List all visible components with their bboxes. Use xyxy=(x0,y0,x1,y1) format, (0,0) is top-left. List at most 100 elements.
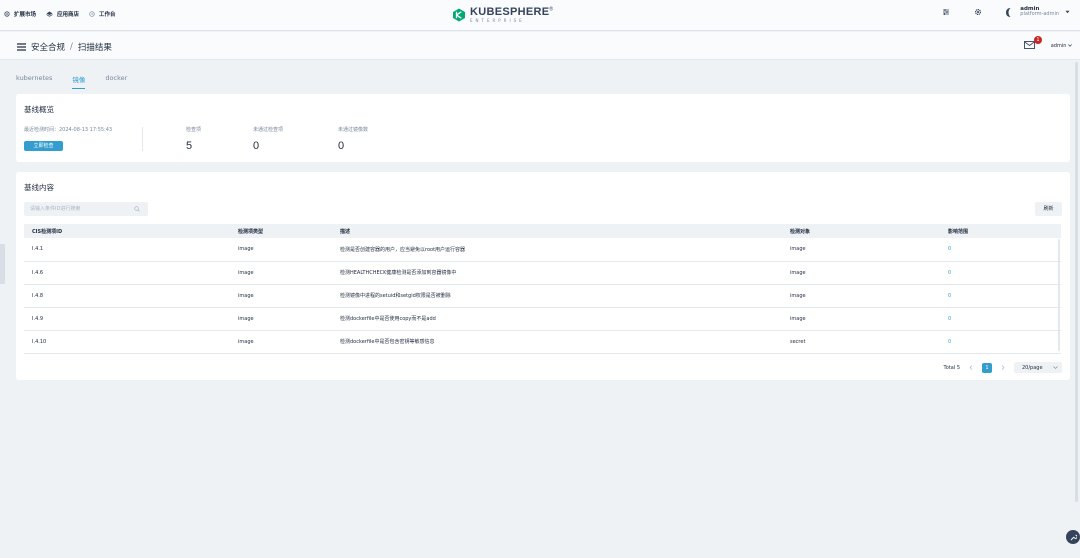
cell-cis-id: I.4.10 xyxy=(32,338,47,345)
breadcrumb-separator: / xyxy=(70,42,73,52)
tools-button[interactable] xyxy=(940,6,952,18)
settings-button[interactable] xyxy=(972,6,984,18)
page-scrollbar[interactable] xyxy=(1075,62,1078,502)
gear-icon xyxy=(975,9,982,16)
app-store-icon xyxy=(46,11,53,17)
extensions-icon xyxy=(4,11,10,17)
cell-description: 检测是否创建容器的用户，应当避免以root用户运行容器 xyxy=(340,246,466,253)
tab-docker[interactable]: docker xyxy=(105,74,127,89)
cell-cis-id: I.4.6 xyxy=(32,269,44,276)
stat-failed-images-value: 0 xyxy=(338,140,345,152)
workbench-icon xyxy=(89,11,95,17)
notification-badge: 1 xyxy=(1034,36,1042,44)
header-user-menu[interactable]: admin xyxy=(1051,43,1072,49)
notifications-button[interactable]: 1 xyxy=(1024,36,1042,52)
cell-scope-link[interactable]: 0 xyxy=(940,330,1061,353)
cell-target: image xyxy=(790,315,806,322)
page-header-bar: 安全合规 / 扫描结果 1 admin xyxy=(0,32,1080,60)
prev-page-button[interactable] xyxy=(966,363,976,373)
cell-type: image xyxy=(238,315,254,322)
next-page-button[interactable] xyxy=(998,363,1008,373)
cell-description: 检测dockerfile中是否包含密钥等敏感信息 xyxy=(340,339,435,345)
stat-check-items: 检查项 5 xyxy=(186,126,201,152)
nav-app-store[interactable]: 应用商店 xyxy=(46,10,79,18)
nav-extensions-market[interactable]: 扩展市场 xyxy=(4,10,36,18)
baseline-content-card: 基线内容 刷新 CIS检测项ID 检测项类型 描述 检测对象 影响范围 I.4.… xyxy=(16,172,1070,380)
top-right-tools: admin platform-admin xyxy=(940,6,1070,18)
cell-scope-link[interactable]: 0 xyxy=(940,238,1061,261)
nav-app-store-label: 应用商店 xyxy=(57,12,80,18)
column-header-type: 检测项类型 xyxy=(238,228,264,235)
stat-failed-items-label: 未通过检查项 xyxy=(253,127,284,133)
chevron-right-icon xyxy=(1001,365,1005,370)
caret-down-icon xyxy=(1065,10,1070,14)
search-input[interactable] xyxy=(24,202,148,216)
breadcrumb-security-compliance[interactable]: 安全合规 xyxy=(31,41,65,53)
page-number-button[interactable]: 1 xyxy=(982,362,992,373)
search-icon[interactable] xyxy=(134,206,140,212)
breadcrumb-scan-results: 扫描结果 xyxy=(77,43,112,53)
column-header-description: 描述 xyxy=(340,228,351,235)
toolbox-float-button[interactable] xyxy=(1066,530,1080,544)
table-row[interactable]: I.4.9 image 检测dockerfile中是否使用copy而不是add … xyxy=(24,307,1061,330)
refresh-button[interactable]: 刷新 xyxy=(1035,202,1062,216)
stat-failed-items-value: 0 xyxy=(253,140,260,152)
cell-type: image xyxy=(238,292,254,299)
chevron-down-icon xyxy=(1053,366,1058,369)
table-row[interactable]: I.4.1 image 检测是否创建容器的用户，应当避免以root用户运行容器 … xyxy=(24,238,1061,261)
column-header-cis-id: CIS检测项ID xyxy=(32,228,63,235)
table-scrollbar[interactable] xyxy=(1058,239,1060,351)
tools-icon xyxy=(943,9,950,16)
sidebar-collapse-handle[interactable] xyxy=(0,244,5,284)
cell-scope-link[interactable]: 0 xyxy=(940,261,1061,284)
stat-check-items-label: 检查项 xyxy=(186,127,202,133)
kubesphere-logo[interactable]: KUBESPHERE® ENTERPRISE xyxy=(452,7,553,23)
chevron-left-icon xyxy=(969,365,973,370)
stat-failed-images: 未通过镜像数 0 xyxy=(338,126,368,152)
pagination-total: Total 5 xyxy=(943,364,960,371)
logo-subtitle: ENTERPRISE xyxy=(470,18,525,23)
wrench-icon xyxy=(1070,534,1078,540)
page-size-select[interactable]: 20/page xyxy=(1014,362,1062,373)
page-size-value: 20/page xyxy=(1022,364,1043,371)
cell-target: image xyxy=(790,269,806,276)
cell-scope-link[interactable]: 0 xyxy=(940,307,1061,330)
cell-cis-id: I.4.1 xyxy=(32,246,44,253)
cell-description: 检测HEALTHCHECK健康检测是否添加到容器镜像中 xyxy=(340,270,457,276)
kubesphere-logo-icon xyxy=(453,8,465,22)
user-menu[interactable]: admin platform-admin xyxy=(1004,6,1070,18)
menu-icon[interactable] xyxy=(17,43,26,51)
scan-now-button[interactable]: 立即检查 xyxy=(24,141,63,151)
column-header-target: 检测对象 xyxy=(790,228,811,235)
content-title: 基线内容 xyxy=(24,183,54,192)
cell-cis-id: I.4.8 xyxy=(32,292,44,299)
top-navigation-bar: 扩展市场 应用商店 工作台 KUBESPHERE® ENTERPRISE adm… xyxy=(0,0,1080,31)
baseline-table: CIS检测项ID 检测项类型 描述 检测对象 影响范围 I.4.1 image … xyxy=(24,224,1061,354)
chevron-down-icon xyxy=(1068,44,1072,47)
logo-brand: KUBESPHERE® xyxy=(470,7,553,18)
baseline-overview-card: 基线概览 最近检测时间：2024-08-13 17:55:43 立即检查 检查项… xyxy=(16,94,1070,162)
cell-target: image xyxy=(790,246,806,253)
user-role: platform-admin xyxy=(1020,11,1059,18)
user-info: admin platform-admin xyxy=(1020,6,1059,18)
nav-workbench[interactable]: 工作台 xyxy=(89,10,116,18)
table-row[interactable]: I.4.6 image 检测HEALTHCHECK健康检测是否添加到容器镜像中 … xyxy=(24,261,1061,284)
cell-target: image xyxy=(790,292,806,299)
tab-kubernetes[interactable]: kubernetes xyxy=(16,74,52,89)
top-nav-links: 扩展市场 应用商店 工作台 xyxy=(4,10,116,18)
overview-divider xyxy=(142,127,143,151)
overview-title: 基线概览 xyxy=(24,105,54,114)
logo-registered-mark: ® xyxy=(549,6,554,13)
stat-failed-images-label: 未通过镜像数 xyxy=(338,127,369,133)
stat-failed-items: 未通过检查项 0 xyxy=(253,126,283,152)
column-header-scope: 影响范围 xyxy=(948,228,969,235)
cell-description: 检测镜像中进程的setuid和setgid权限是否被删除 xyxy=(340,293,451,299)
table-row[interactable]: I.4.10 image 检测dockerfile中是否包含密钥等敏感信息 se… xyxy=(24,330,1061,353)
logo-brand-name: KUBESPHERE xyxy=(470,6,550,18)
cell-type: image xyxy=(238,246,254,253)
cell-type: image xyxy=(238,269,254,276)
table-row[interactable]: I.4.8 image 检测镜像中进程的setuid和setgid权限是否被删除… xyxy=(24,284,1061,307)
cell-scope-link[interactable]: 0 xyxy=(940,284,1061,307)
table-header-row: CIS检测项ID 检测项类型 描述 检测对象 影响范围 xyxy=(24,224,1061,238)
tab-image[interactable]: 镜像 xyxy=(72,74,86,89)
